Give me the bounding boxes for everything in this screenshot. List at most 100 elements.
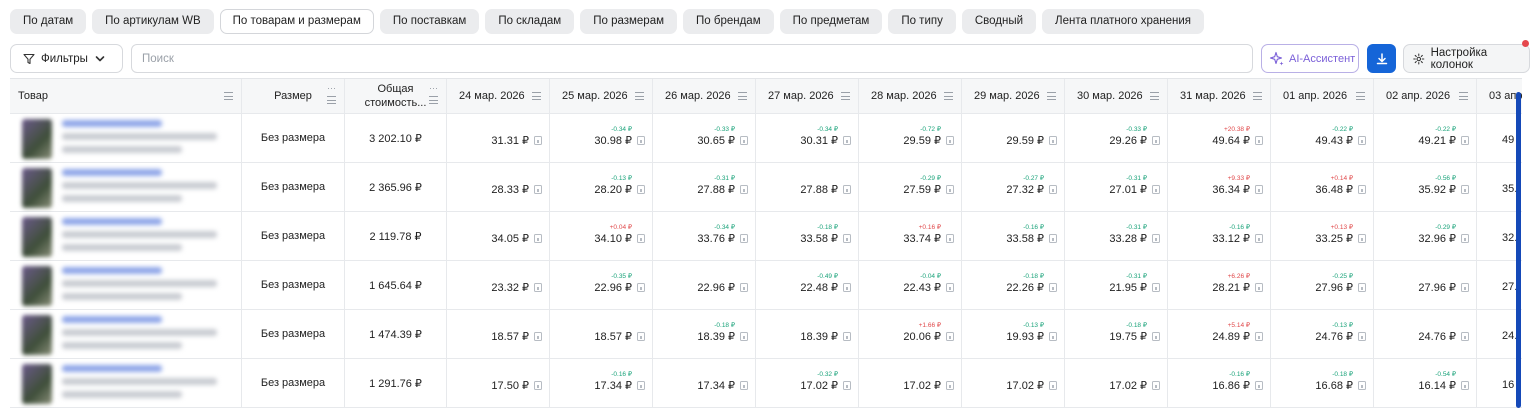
product-thumbnail[interactable] xyxy=(22,217,52,257)
column-menu-icon[interactable] xyxy=(1356,92,1365,100)
info-icon[interactable] xyxy=(534,283,542,292)
header-date-2[interactable]: 26 мар. 2026 xyxy=(653,79,756,113)
info-icon[interactable] xyxy=(1152,283,1160,292)
tab-10[interactable]: Лента платного хранения xyxy=(1042,9,1204,34)
vertical-scrollbar[interactable] xyxy=(1516,92,1521,408)
info-icon[interactable] xyxy=(1255,332,1263,341)
header-date-9[interactable]: 02 апр. 2026 xyxy=(1374,79,1477,113)
info-icon[interactable] xyxy=(946,136,954,145)
header-product[interactable]: Товар xyxy=(10,79,242,113)
info-icon[interactable] xyxy=(534,234,542,243)
product-name-blurred[interactable] xyxy=(62,267,222,306)
header-date-7[interactable]: 31 мар. 2026 xyxy=(1168,79,1271,113)
product-thumbnail[interactable] xyxy=(22,315,52,355)
product-cell[interactable] xyxy=(10,261,242,309)
column-menu-icon[interactable] xyxy=(635,92,644,100)
info-icon[interactable] xyxy=(1358,332,1366,341)
info-icon[interactable] xyxy=(1049,332,1057,341)
product-name-blurred[interactable] xyxy=(62,120,222,159)
info-icon[interactable] xyxy=(1461,283,1469,292)
info-icon[interactable] xyxy=(946,332,954,341)
product-name-blurred[interactable] xyxy=(62,218,222,257)
column-menu-icon[interactable] xyxy=(1150,92,1159,100)
table-row[interactable]: Без размера 2 365.96 ₽ 28.33 ₽ -0.13 ₽ 28.20… xyxy=(10,163,1522,212)
column-menu-icon[interactable] xyxy=(944,92,953,100)
info-icon[interactable] xyxy=(843,332,851,341)
tab-0[interactable]: По датам xyxy=(10,9,87,34)
column-menu-icon[interactable] xyxy=(738,92,747,100)
more-dots-icon[interactable]: ⋯ xyxy=(429,83,438,94)
info-icon[interactable] xyxy=(637,381,645,390)
info-icon[interactable] xyxy=(1152,185,1160,194)
header-date-0[interactable]: 24 мар. 2026 xyxy=(447,79,550,113)
download-button[interactable] xyxy=(1367,44,1396,73)
column-menu-icon[interactable] xyxy=(532,92,541,100)
column-menu-icon[interactable] xyxy=(429,96,438,104)
column-menu-icon[interactable] xyxy=(1047,92,1056,100)
table-row[interactable]: Без размера 1 474.39 ₽ 18.57 ₽ 18.57 ₽ -0.18… xyxy=(10,310,1522,359)
info-icon[interactable] xyxy=(637,283,645,292)
column-menu-icon[interactable] xyxy=(1253,92,1262,100)
info-icon[interactable] xyxy=(1255,185,1263,194)
info-icon[interactable] xyxy=(843,136,851,145)
tab-9[interactable]: Сводный xyxy=(961,9,1037,34)
product-name-blurred[interactable] xyxy=(62,365,222,404)
info-icon[interactable] xyxy=(843,283,851,292)
info-icon[interactable] xyxy=(740,136,748,145)
info-icon[interactable] xyxy=(1358,381,1366,390)
product-name-blurred[interactable] xyxy=(62,316,222,355)
header-size[interactable]: Размер ⋯ xyxy=(242,79,345,113)
column-settings-button[interactable]: Настройка колонок xyxy=(1403,44,1530,73)
info-icon[interactable] xyxy=(1049,283,1057,292)
table-row[interactable]: Без размера 2 119.78 ₽ 34.05 ₽ +0.04 ₽ 34.10… xyxy=(10,212,1522,261)
column-menu-icon[interactable] xyxy=(841,92,850,100)
info-icon[interactable] xyxy=(740,381,748,390)
header-date-4[interactable]: 28 мар. 2026 xyxy=(859,79,962,113)
table-row[interactable]: Без размера 1 291.76 ₽ 17.50 ₽ -0.16 ₽ 17.34… xyxy=(10,359,1522,408)
info-icon[interactable] xyxy=(843,381,851,390)
info-icon[interactable] xyxy=(1049,185,1057,194)
tab-5[interactable]: По размерам xyxy=(580,9,678,34)
info-icon[interactable] xyxy=(1152,234,1160,243)
info-icon[interactable] xyxy=(1358,185,1366,194)
tab-2[interactable]: По товарам и размерам xyxy=(219,9,374,34)
info-icon[interactable] xyxy=(740,283,748,292)
header-date-3[interactable]: 27 мар. 2026 xyxy=(756,79,859,113)
info-icon[interactable] xyxy=(1152,136,1160,145)
info-icon[interactable] xyxy=(946,234,954,243)
info-icon[interactable] xyxy=(1049,234,1057,243)
column-menu-icon[interactable] xyxy=(224,92,233,100)
column-menu-icon[interactable] xyxy=(1459,92,1468,100)
info-icon[interactable] xyxy=(740,185,748,194)
tab-1[interactable]: По артикулам WB xyxy=(92,9,214,34)
product-thumbnail[interactable] xyxy=(22,119,52,159)
tab-7[interactable]: По предметам xyxy=(779,9,883,34)
info-icon[interactable] xyxy=(946,283,954,292)
product-cell[interactable] xyxy=(10,212,242,260)
info-icon[interactable] xyxy=(1461,185,1469,194)
tab-4[interactable]: По складам xyxy=(485,9,575,34)
info-icon[interactable] xyxy=(946,185,954,194)
info-icon[interactable] xyxy=(1049,136,1057,145)
product-cell[interactable] xyxy=(10,114,242,162)
info-icon[interactable] xyxy=(534,381,542,390)
info-icon[interactable] xyxy=(637,185,645,194)
header-date-5[interactable]: 29 мар. 2026 xyxy=(962,79,1065,113)
info-icon[interactable] xyxy=(1049,381,1057,390)
info-icon[interactable] xyxy=(534,136,542,145)
info-icon[interactable] xyxy=(1461,381,1469,390)
more-dots-icon[interactable]: ⋯ xyxy=(327,83,336,94)
header-total-cost[interactable]: Общая стоимость... ⋯ xyxy=(345,79,447,113)
info-icon[interactable] xyxy=(1358,136,1366,145)
info-icon[interactable] xyxy=(740,234,748,243)
header-date-1[interactable]: 25 мар. 2026 xyxy=(550,79,653,113)
info-icon[interactable] xyxy=(843,185,851,194)
info-icon[interactable] xyxy=(534,185,542,194)
tab-6[interactable]: По брендам xyxy=(683,9,774,34)
product-cell[interactable] xyxy=(10,163,242,211)
info-icon[interactable] xyxy=(843,234,851,243)
filters-button[interactable]: Фильтры xyxy=(10,44,123,73)
info-icon[interactable] xyxy=(1255,283,1263,292)
column-menu-icon[interactable] xyxy=(327,96,336,104)
info-icon[interactable] xyxy=(946,381,954,390)
